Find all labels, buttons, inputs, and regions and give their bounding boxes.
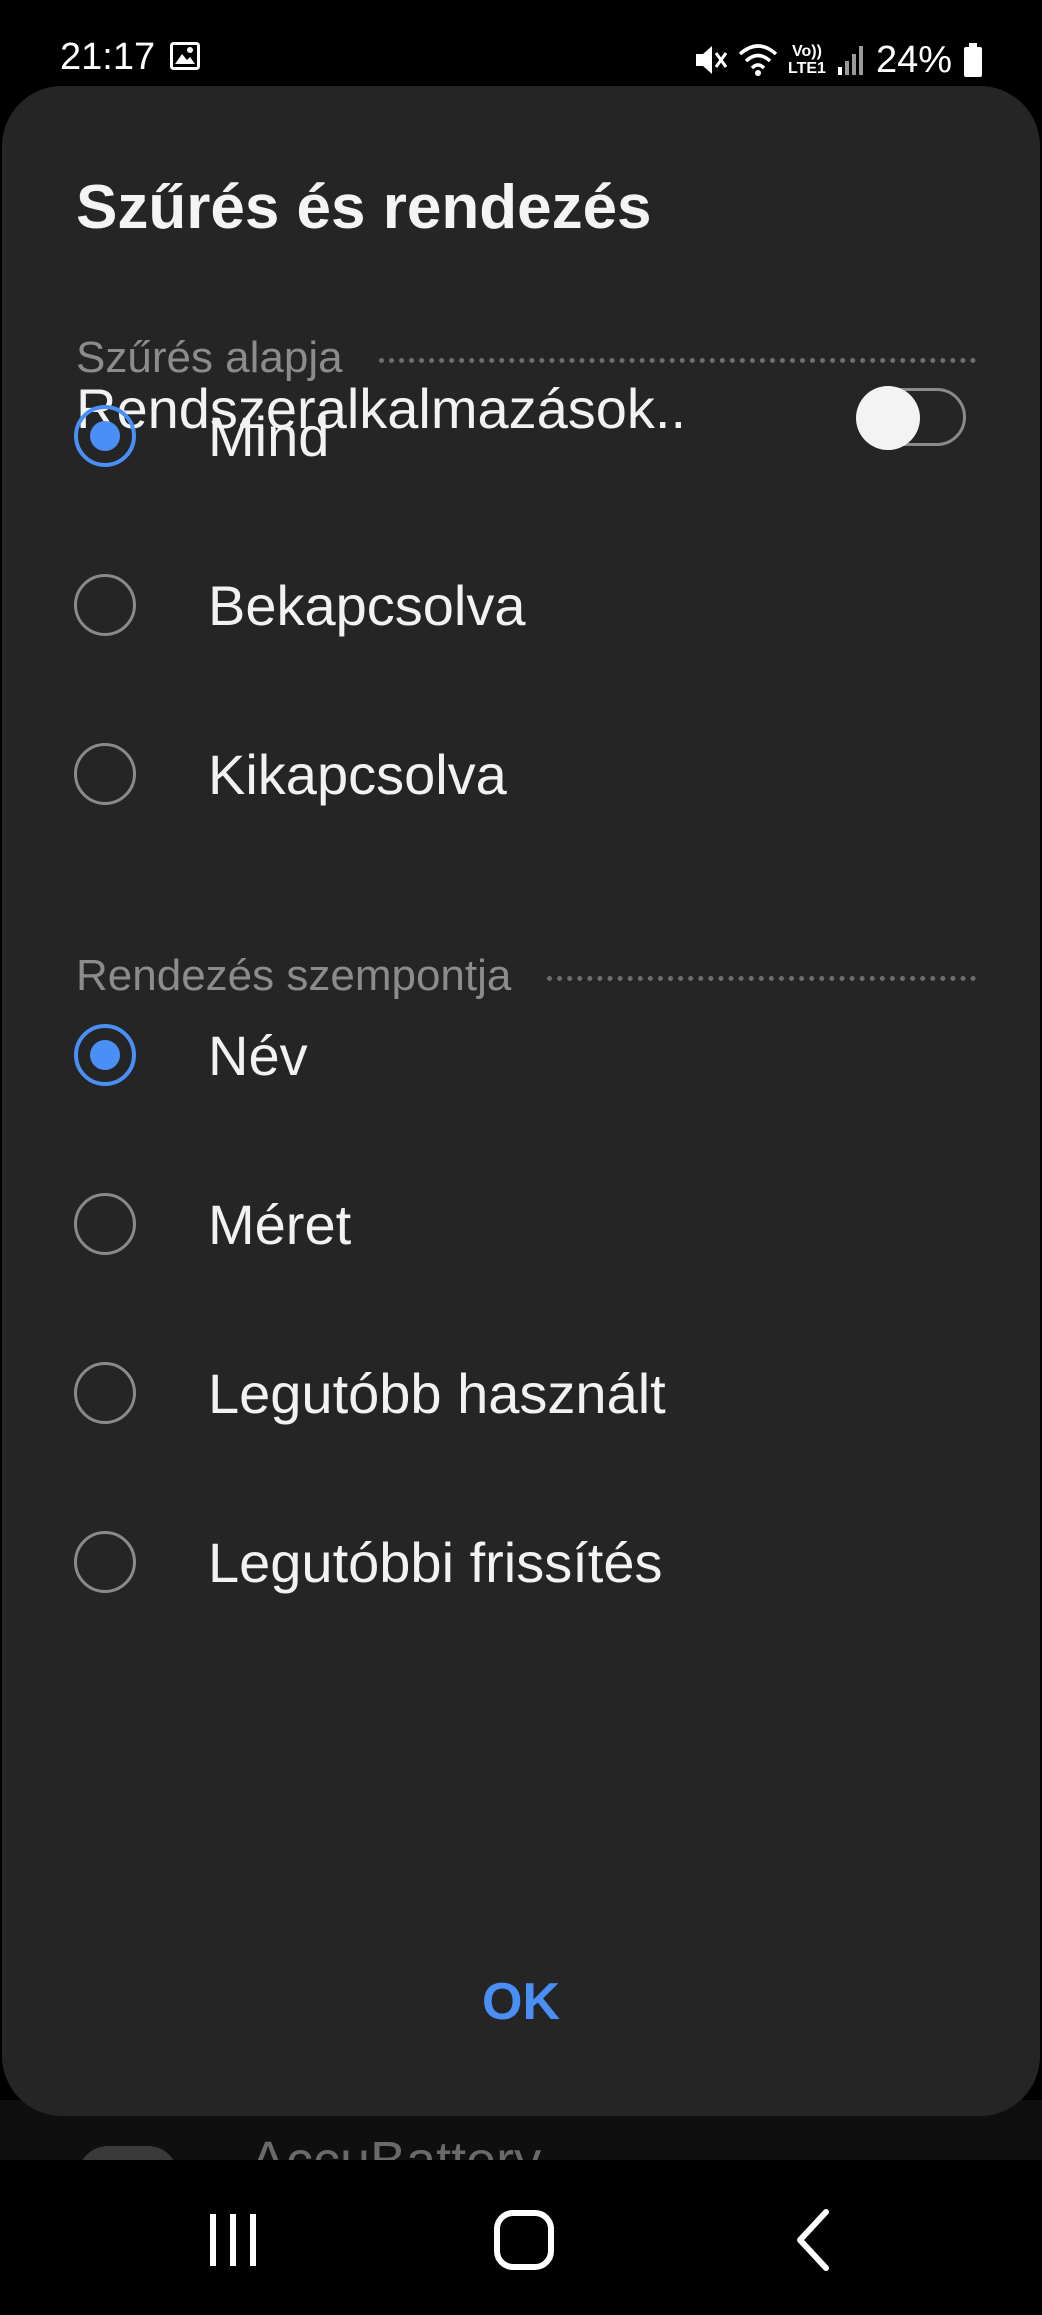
status-time: 21:17	[60, 36, 156, 78]
filter-option-mind[interactable]: Mind	[74, 376, 974, 496]
radio-button[interactable]	[74, 1024, 136, 1086]
sort-header-label: Rendezés szempontja	[76, 951, 512, 1000]
filter-sort-dialog: Szűrés és rendezés Rendszeralkalmazások.…	[2, 86, 1040, 2116]
radio-label: Kikapcsolva	[208, 742, 507, 806]
radio-label: Legutóbbi frissítés	[208, 1530, 663, 1594]
back-icon[interactable]	[770, 2200, 860, 2280]
radio-label: Méret	[208, 1192, 352, 1256]
radio-button[interactable]	[74, 405, 136, 467]
wifi-icon	[738, 44, 778, 76]
battery-percent: 24%	[875, 38, 952, 81]
battery-icon	[964, 43, 982, 77]
dialog-title: Szűrés és rendezés	[76, 173, 652, 242]
sort-option-legutobb-hasznalt[interactable]: Legutóbb használt	[74, 1333, 974, 1453]
status-icons: Vo)) LTE1 24%	[694, 36, 984, 84]
home-icon[interactable]	[479, 2200, 569, 2280]
signal-icon	[837, 46, 863, 75]
radio-button[interactable]	[74, 1193, 136, 1255]
sort-option-nev[interactable]: Név	[74, 995, 974, 1115]
radio-label: Legutóbb használt	[208, 1361, 666, 1425]
radio-label: Bekapcsolva	[208, 573, 526, 637]
radio-label: Mind	[208, 404, 330, 468]
recents-icon[interactable]	[188, 2200, 278, 2280]
filter-option-bekapcsolva[interactable]: Bekapcsolva	[74, 545, 974, 665]
radio-button[interactable]	[74, 574, 136, 636]
mute-icon	[696, 46, 728, 74]
screen: 21:17 Vo)) LTE1 24% AccuBattery Szűrés é…	[0, 0, 1042, 2315]
filter-option-kikapcsolva[interactable]: Kikapcsolva	[74, 714, 974, 834]
sort-option-meret[interactable]: Méret	[74, 1164, 974, 1284]
app-name: AccuBattery	[250, 2131, 542, 2162]
navigation-bar	[0, 2160, 1042, 2315]
sort-option-legutobbi-frissites[interactable]: Legutóbbi frissítés	[74, 1502, 974, 1622]
section-divider	[378, 357, 976, 363]
radio-label: Név	[208, 1023, 308, 1087]
lte-label: LTE1	[788, 60, 826, 77]
section-divider	[547, 975, 976, 981]
radio-button[interactable]	[74, 1531, 136, 1593]
gallery-icon	[170, 42, 200, 70]
ok-button[interactable]: OK	[421, 1952, 621, 2052]
volte-lte-icon: Vo)) LTE1	[788, 43, 826, 77]
radio-button[interactable]	[74, 743, 136, 805]
volte-label: Vo))	[792, 43, 822, 60]
radio-button[interactable]	[74, 1362, 136, 1424]
